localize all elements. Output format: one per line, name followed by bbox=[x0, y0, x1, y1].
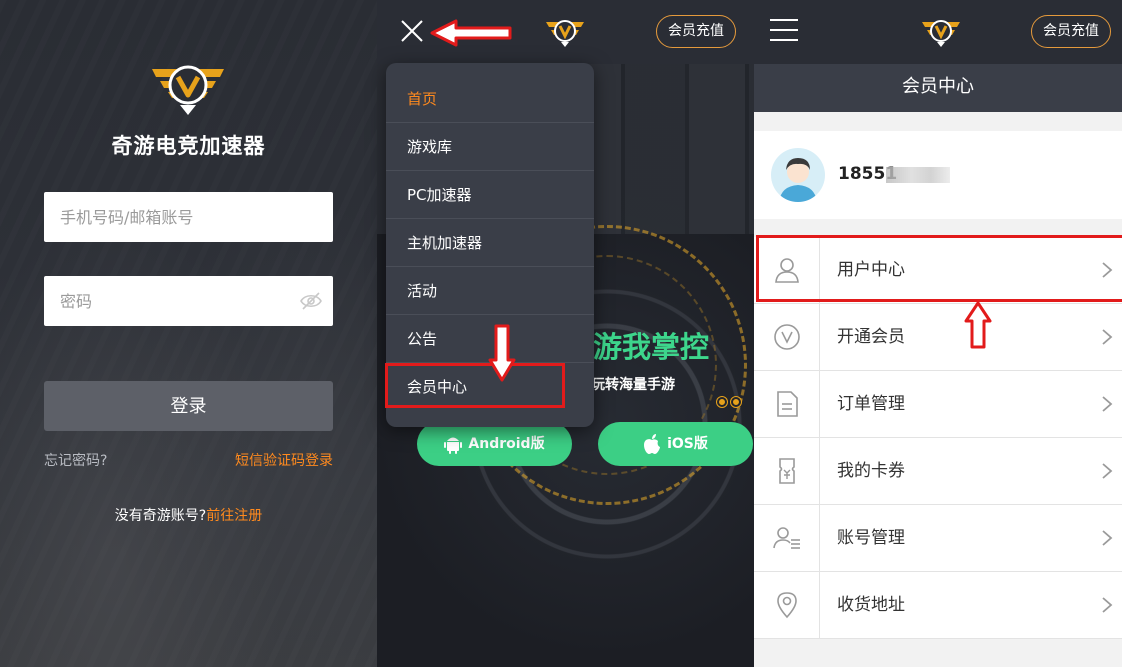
android-download-button[interactable]: Android版 bbox=[417, 422, 572, 466]
member-item-label: 账号管理 bbox=[837, 528, 905, 548]
member-item-label: 我的卡券 bbox=[837, 461, 905, 481]
brand-logo-icon[interactable] bbox=[545, 14, 585, 48]
chevron-right-icon bbox=[1102, 396, 1113, 412]
no-account-text: 没有奇游账号? bbox=[114, 508, 207, 524]
forgot-password-link[interactable]: 忘记密码? bbox=[44, 450, 107, 470]
member-item-open-vip[interactable]: 开通会员 bbox=[754, 304, 1122, 371]
brand-logo-icon bbox=[152, 65, 224, 115]
user-card[interactable]: 18551 bbox=[754, 131, 1122, 219]
carousel-dot[interactable] bbox=[717, 397, 727, 407]
login-screen: 奇游电竞加速器 登录 忘记密码? 短信验证码登录 没有奇游账号?前往注册 bbox=[0, 0, 377, 667]
register-link[interactable]: 前往注册 bbox=[206, 508, 262, 524]
member-item-coupons[interactable]: 我的卡券 bbox=[754, 438, 1122, 505]
chevron-right-icon bbox=[1102, 530, 1113, 546]
sub-slogan: 玩转海量手游 bbox=[591, 377, 675, 393]
apple-icon bbox=[644, 434, 661, 454]
menu-item-pc-booster[interactable]: PC加速器 bbox=[386, 171, 594, 219]
close-icon[interactable] bbox=[401, 20, 423, 42]
annotation-arrow-left-icon bbox=[430, 19, 512, 47]
brand-name: 奇游电竞加速器 bbox=[111, 134, 266, 158]
carousel-dots[interactable] bbox=[717, 392, 745, 411]
member-item-label: 收货地址 bbox=[837, 595, 905, 615]
menu-item-home[interactable]: 首页 bbox=[386, 75, 594, 123]
chevron-right-icon bbox=[1102, 329, 1113, 345]
hide-password-icon[interactable] bbox=[299, 290, 323, 312]
page-title: 会员中心 bbox=[754, 64, 1122, 112]
chevron-right-icon bbox=[1102, 463, 1113, 479]
highlight-box-user-center bbox=[756, 235, 1122, 302]
annotation-arrow-up-icon bbox=[964, 301, 992, 349]
member-item-label: 订单管理 bbox=[837, 394, 905, 414]
brand-logo-icon[interactable] bbox=[921, 14, 961, 48]
android-icon bbox=[444, 437, 463, 454]
account-icon bbox=[773, 527, 800, 549]
member-item-orders[interactable]: 订单管理 bbox=[754, 371, 1122, 438]
masked-username-part bbox=[886, 167, 950, 183]
avatar[interactable] bbox=[771, 148, 825, 202]
vip-icon bbox=[774, 324, 800, 350]
annotation-arrow-down-icon bbox=[488, 324, 516, 382]
login-button[interactable]: 登录 bbox=[44, 381, 333, 431]
menu-item-console-booster[interactable]: 主机加速器 bbox=[386, 219, 594, 267]
password-field[interactable] bbox=[44, 276, 333, 326]
hamburger-menu-icon[interactable] bbox=[770, 19, 798, 43]
signup-prompt: 没有奇游账号?前往注册 bbox=[0, 505, 377, 525]
vip-recharge-button[interactable]: 会员充值 bbox=[656, 15, 736, 48]
menu-item-game-library[interactable]: 游戏库 bbox=[386, 123, 594, 171]
member-item-account[interactable]: 账号管理 bbox=[754, 505, 1122, 572]
avatar-image bbox=[779, 158, 817, 202]
member-item-address[interactable]: 收货地址 bbox=[754, 572, 1122, 639]
vip-recharge-button[interactable]: 会员充值 bbox=[1031, 15, 1111, 48]
order-icon bbox=[777, 391, 798, 417]
member-center-screen: 会员充值 会员中心 18551 用户中心 开通会员 订单管理 我的卡券 账号管理… bbox=[754, 0, 1122, 667]
phone-email-field[interactable] bbox=[44, 192, 333, 242]
coupon-icon bbox=[779, 458, 795, 484]
android-button-label: Android版 bbox=[468, 436, 545, 452]
ios-download-button[interactable]: iOS版 bbox=[598, 422, 753, 466]
chevron-right-icon bbox=[1102, 597, 1113, 613]
ios-button-label: iOS版 bbox=[667, 436, 708, 452]
member-item-label: 开通会员 bbox=[837, 327, 905, 347]
password-input[interactable] bbox=[44, 276, 333, 326]
highlight-box-member-center bbox=[385, 363, 565, 408]
carousel-dot[interactable] bbox=[731, 397, 741, 407]
slogan: 游我掌控 bbox=[593, 330, 710, 364]
menu-item-events[interactable]: 活动 bbox=[386, 267, 594, 315]
location-icon bbox=[777, 592, 797, 619]
phone-email-input[interactable] bbox=[44, 192, 333, 242]
sms-login-link[interactable]: 短信验证码登录 bbox=[235, 450, 333, 470]
